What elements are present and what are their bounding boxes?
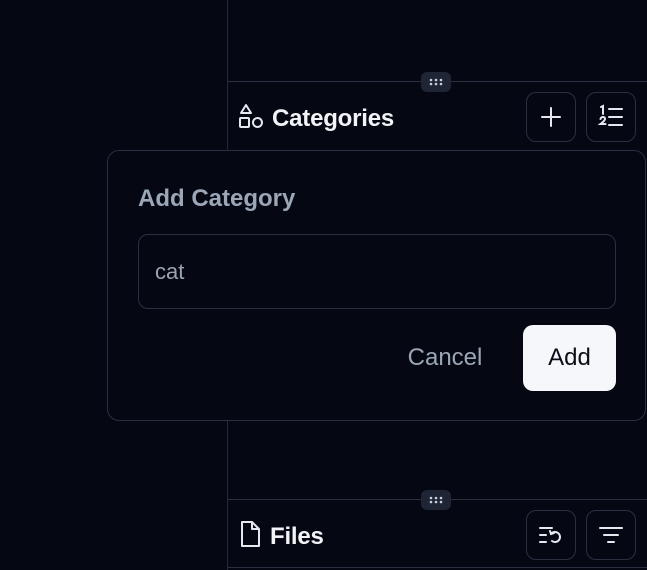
add-category-button[interactable] [526, 92, 576, 142]
cancel-button[interactable]: Cancel [380, 325, 510, 391]
drag-handle-icon[interactable] [421, 72, 451, 92]
categories-header: Categories [238, 102, 394, 135]
files-header: Files [238, 520, 324, 553]
numbered-list-icon [598, 104, 623, 126]
file-icon [238, 520, 262, 553]
files-history-button[interactable] [526, 510, 576, 560]
category-name-input[interactable] [138, 234, 616, 309]
popover-title: Add Category [138, 185, 296, 212]
files-divider [228, 567, 647, 568]
plus-icon [541, 107, 561, 127]
add-button[interactable]: Add [523, 325, 616, 391]
files-filter-button[interactable] [586, 510, 636, 560]
shapes-icon [238, 102, 264, 135]
filter-lines-icon [599, 527, 623, 543]
categories-title: Categories [272, 104, 395, 132]
drag-handle-icon[interactable] [421, 490, 451, 510]
list-rotate-icon [539, 527, 561, 543]
files-title: Files [270, 522, 324, 550]
sort-categories-button[interactable] [586, 92, 636, 142]
add-category-popover: Add Category Cancel Add [107, 150, 646, 421]
